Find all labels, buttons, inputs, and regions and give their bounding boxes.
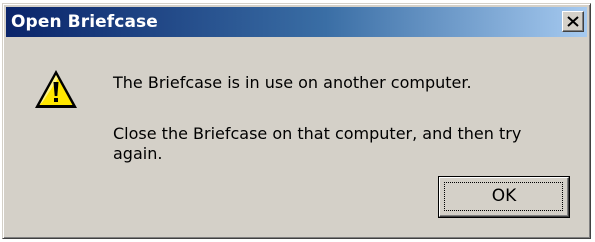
close-button[interactable] [562,11,584,32]
message-primary: The Briefcase is in use on another compu… [113,73,472,92]
message-dialog: Open Briefcase The Briefcase is in use o… [2,3,591,239]
ok-button[interactable]: OK [438,176,570,218]
message-secondary: Close the Briefcase on that computer, an… [113,124,522,163]
title-bar[interactable]: Open Briefcase [6,7,587,37]
ok-button-label: OK [491,186,517,206]
close-icon [567,16,579,27]
warning-icon [35,70,77,108]
window-title: Open Briefcase [11,12,158,32]
